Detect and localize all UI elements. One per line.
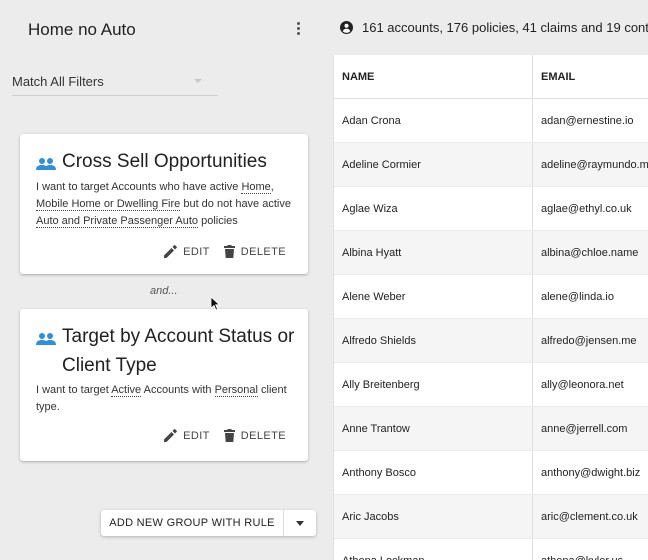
table-row[interactable]: Adan Crona adan@ernestine.io [334, 99, 648, 143]
rule-group-description: I want to target Accounts who have activ… [36, 179, 292, 230]
pencil-icon [164, 245, 178, 258]
desc-text: I want to target Accounts who have activ… [36, 181, 242, 193]
desc-text: Accounts with [141, 384, 215, 396]
desc-text: policies [198, 215, 238, 227]
edit-label: EDIT [183, 429, 210, 442]
cell-email: alfredo@jensen.me [541, 334, 637, 347]
table-row[interactable]: Adeline Cormier adeline@raymundo.me [334, 143, 648, 187]
pencil-icon [164, 429, 178, 442]
edit-label: EDIT [183, 245, 210, 258]
trash-icon [223, 245, 235, 258]
rule-group-title: Target by Account Status or Client Type [62, 326, 295, 376]
table-row[interactable]: Aric Jacobs aric@clement.co.uk [334, 495, 648, 539]
cell-email: anne@jerrell.com [541, 422, 628, 435]
desc-text: , [270, 181, 274, 193]
edit-button[interactable]: EDIT [164, 245, 210, 258]
cell-email: alene@linda.io [541, 290, 614, 303]
kebab-menu-icon[interactable] [290, 20, 306, 38]
caret-down-icon [194, 79, 202, 83]
delete-button[interactable]: DELETE [223, 245, 286, 258]
add-group-dropdown-button[interactable] [284, 510, 316, 536]
cell-email: anthony@dwight.biz [541, 466, 641, 479]
table-row[interactable]: Aglae Wiza aglae@ethyl.co.uk [334, 187, 648, 231]
results-summary: 161 accounts, 176 policies, 41 claims an… [340, 20, 648, 35]
and-separator: and... [150, 285, 178, 297]
cell-name: Ally Breitenberg [334, 363, 533, 406]
cell-email: aric@clement.co.uk [541, 510, 638, 523]
account-circle-icon [340, 21, 353, 34]
cell-name: Anthony Bosco [334, 451, 533, 494]
cell-email: albina@chloe.name [541, 246, 639, 259]
table-row[interactable]: Ally Breitenberg ally@leonora.net [334, 363, 648, 407]
add-new-group-button[interactable]: ADD NEW GROUP WITH RULE [101, 510, 284, 536]
cell-email: adan@ernestine.io [541, 114, 634, 127]
table-body: Adan Crona adan@ernestine.io Adeline Cormi… [334, 99, 648, 560]
desc-term: Active [111, 384, 142, 397]
desc-term: Auto and Private Passenger Auto [36, 215, 199, 228]
caret-down-icon [296, 520, 304, 526]
table-row[interactable]: Alfredo Shields alfredo@jensen.me [334, 319, 648, 363]
segment-title: Home no Auto [28, 20, 136, 39]
cell-name: Alene Weber [334, 275, 533, 318]
column-header-email[interactable]: EMAIL [533, 55, 648, 98]
match-filter-select[interactable]: Match All Filters [12, 74, 218, 96]
accounts-table: NAME EMAIL Adan Crona adan@ernestine.io Ad… [333, 55, 648, 560]
rule-group-card-1: Cross Sell Opportunities I want to targe… [20, 134, 308, 274]
desc-term: Personal [214, 384, 258, 397]
cell-email: ally@leonora.net [541, 378, 624, 391]
table-row[interactable]: Anthony Bosco anthony@dwight.biz [334, 451, 648, 495]
group-icon [36, 158, 56, 170]
delete-label: DELETE [240, 245, 286, 258]
match-filter-value: Match All Filters [12, 74, 104, 89]
delete-label: DELETE [240, 429, 286, 442]
cell-name: Anne Trantow [334, 407, 533, 450]
table-header: NAME EMAIL [334, 55, 648, 99]
table-row[interactable]: Alene Weber alene@linda.io [334, 275, 648, 319]
desc-text: I want to target [36, 384, 112, 396]
desc-text: but do not have active [180, 198, 291, 210]
mouse-cursor-icon [211, 297, 221, 311]
cell-email: athena@kyler.us [533, 539, 648, 560]
cell-name: Adan Crona [334, 99, 533, 142]
add-group-split-button: ADD NEW GROUP WITH RULE [101, 510, 316, 536]
rule-group-description: I want to target Active Accounts with Pe… [36, 382, 292, 416]
cell-name: Aglae Wiza [334, 187, 533, 230]
table-row[interactable]: Anne Trantow anne@jerrell.com [334, 407, 648, 451]
desc-term: Mobile Home or Dwelling Fire [36, 198, 181, 211]
cell-name: Albina Hyatt [334, 231, 533, 274]
cell-name: Adeline Cormier [334, 143, 533, 186]
cell-email: aglae@ethyl.co.uk [541, 202, 632, 215]
table-row[interactable]: Albina Hyatt albina@chloe.name [334, 231, 648, 275]
desc-term: Home [241, 181, 271, 194]
summary-text: 161 accounts, 176 policies, 41 claims an… [362, 20, 648, 35]
rule-group-title: Cross Sell Opportunities [62, 151, 267, 172]
rule-group-card-2: Target by Account Status or Client Type … [20, 309, 308, 461]
edit-button[interactable]: EDIT [164, 429, 210, 442]
column-header-name[interactable]: NAME [334, 55, 533, 98]
cell-name: Athena Lockman [334, 539, 533, 560]
group-icon [36, 333, 56, 345]
table-row[interactable]: Athena Lockmanathena@kyler.us [334, 539, 648, 560]
delete-button[interactable]: DELETE [223, 429, 286, 442]
filter-panel: Home no Auto Match All Filters Cross Sel… [0, 0, 333, 560]
cell-name: Alfredo Shields [334, 319, 533, 362]
trash-icon [223, 429, 235, 442]
cell-email: adeline@raymundo.me [541, 158, 648, 171]
cell-name: Aric Jacobs [334, 495, 533, 538]
